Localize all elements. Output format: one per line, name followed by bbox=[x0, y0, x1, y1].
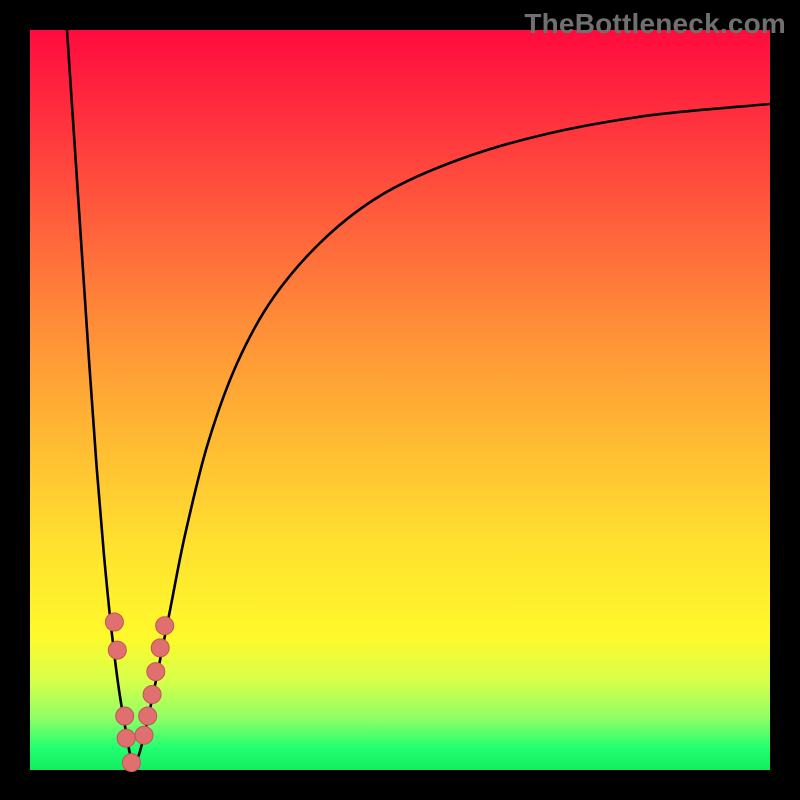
data-marker bbox=[151, 639, 169, 657]
data-marker bbox=[116, 707, 134, 725]
brand-watermark: TheBottleneck.com bbox=[524, 8, 786, 40]
data-marker bbox=[108, 641, 126, 659]
data-marker bbox=[122, 754, 140, 772]
data-marker bbox=[105, 613, 123, 631]
data-marker bbox=[139, 707, 157, 725]
bottleneck-curve bbox=[67, 30, 770, 762]
data-marker bbox=[117, 729, 135, 747]
plot-area bbox=[30, 30, 770, 770]
curve-layer bbox=[30, 30, 770, 770]
data-marker bbox=[135, 726, 153, 744]
data-marker bbox=[156, 617, 174, 635]
chart-frame: TheBottleneck.com bbox=[0, 0, 800, 800]
data-marker bbox=[147, 663, 165, 681]
data-marker bbox=[143, 686, 161, 704]
